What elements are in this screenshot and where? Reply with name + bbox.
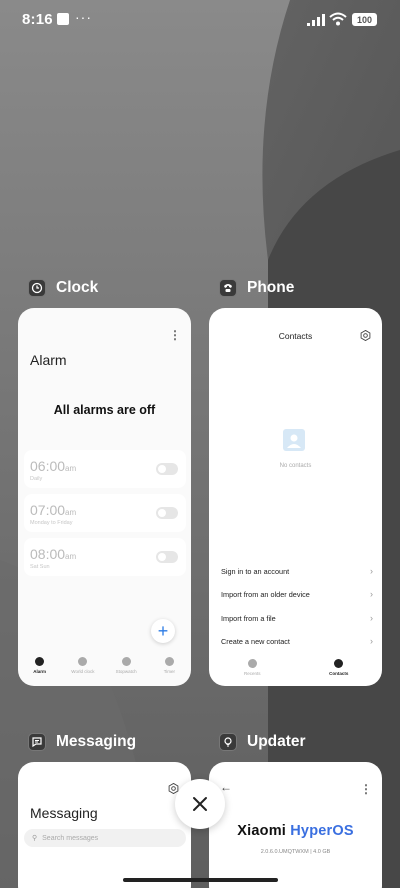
timer-icon bbox=[164, 657, 174, 666]
phone-bottom-nav: Recents Contacts bbox=[209, 656, 382, 680]
no-contacts-message: No contacts bbox=[279, 463, 312, 469]
app-name-clock: Clock bbox=[56, 279, 99, 296]
updater-app-card[interactable]: ← ⋮ Xiaomi HyperOS 2.0.6.0.UMQTWXM | 4.0… bbox=[209, 762, 382, 888]
alarm-row: 08:00am Sat Sun bbox=[24, 538, 186, 576]
app-name-updater: Updater bbox=[247, 733, 306, 750]
chevron-right-icon: › bbox=[370, 613, 373, 623]
alarm-repeat: Monday to Friday bbox=[30, 520, 73, 526]
recents-icon bbox=[247, 659, 257, 668]
import-older-device-link: Import from an older device › bbox=[221, 589, 373, 599]
settings-icon bbox=[360, 330, 371, 341]
create-contact-link: Create a new contact › bbox=[221, 636, 373, 646]
nav-world-clock: World clock bbox=[61, 654, 104, 682]
alarm-toggle bbox=[156, 551, 178, 563]
clock-icon bbox=[31, 282, 43, 294]
more-notifications-icon: ··· bbox=[75, 9, 92, 25]
import-file-link: Import from a file › bbox=[221, 613, 373, 623]
add-alarm-button: + bbox=[151, 619, 175, 643]
search-messages-field: ⚲ Search messages bbox=[24, 829, 186, 847]
lightbulb-icon bbox=[224, 737, 232, 747]
stopwatch-icon bbox=[121, 657, 131, 666]
contact-placeholder-icon bbox=[283, 429, 305, 451]
alarm-repeat: Daily bbox=[30, 476, 43, 482]
alarm-time: 08:00am bbox=[30, 546, 77, 562]
app-header-clock[interactable]: Clock bbox=[28, 279, 98, 297]
chevron-right-icon: › bbox=[370, 636, 373, 646]
app-header-updater[interactable]: Updater bbox=[219, 733, 306, 751]
alarm-row: 07:00am Monday to Friday bbox=[24, 494, 186, 532]
search-icon: ⚲ bbox=[32, 835, 38, 842]
battery-indicator: 100 bbox=[352, 13, 377, 26]
os-version: 2.0.6.0.UMQTWXM | 4.0 GB bbox=[260, 849, 331, 855]
search-placeholder: Search messages bbox=[42, 834, 99, 842]
messaging-title: Messaging bbox=[30, 805, 98, 821]
status-time: 8:16 bbox=[22, 11, 53, 28]
clock-app-icon bbox=[28, 279, 46, 297]
phone-icon bbox=[224, 284, 232, 292]
alarm-toggle bbox=[156, 507, 178, 519]
nav-alarm: Alarm bbox=[18, 654, 61, 682]
close-icon bbox=[193, 797, 207, 811]
clock-app-card[interactable]: ⋮ Alarm All alarms are off 06:00am Daily… bbox=[18, 308, 191, 686]
notification-icon bbox=[57, 13, 69, 25]
app-name-messaging: Messaging bbox=[56, 733, 137, 750]
app-header-messaging[interactable]: Messaging bbox=[28, 733, 136, 751]
nav-stopwatch: Stopwatch bbox=[105, 654, 148, 682]
chevron-right-icon: › bbox=[370, 589, 373, 599]
alarm-title: Alarm bbox=[30, 352, 67, 368]
alarm-row: 06:00am Daily bbox=[24, 450, 186, 488]
alarm-time: 07:00am bbox=[30, 502, 77, 518]
alarms-off-message: All alarms are off bbox=[53, 403, 156, 417]
wifi-icon bbox=[329, 12, 347, 26]
messaging-app-card[interactable]: Messaging ⚲ Search messages bbox=[18, 762, 191, 888]
contacts-title: Contacts bbox=[278, 331, 313, 341]
messaging-app-icon bbox=[28, 733, 46, 751]
nav-contacts: Contacts bbox=[296, 656, 383, 680]
alarm-toggle bbox=[156, 463, 178, 475]
chevron-right-icon: › bbox=[370, 566, 373, 576]
home-indicator[interactable] bbox=[123, 878, 278, 882]
phone-app-icon bbox=[219, 279, 237, 297]
status-bar: 8:16 ··· 100 bbox=[0, 0, 400, 40]
os-name: Xiaomi HyperOS bbox=[237, 823, 354, 839]
phone-app-card[interactable]: Contacts No contacts Sign in to an accou… bbox=[209, 308, 382, 686]
nav-timer: Timer bbox=[148, 654, 191, 682]
alarm-repeat: Sat Sun bbox=[30, 564, 50, 570]
alarm-time: 06:00am bbox=[30, 458, 77, 474]
nav-recents: Recents bbox=[209, 656, 296, 680]
signal-icon bbox=[307, 14, 325, 26]
message-icon bbox=[32, 737, 42, 748]
updater-app-icon bbox=[219, 733, 237, 751]
contacts-icon bbox=[334, 659, 344, 668]
more-options-icon: ⋮ bbox=[360, 782, 372, 796]
more-options-icon: ⋮ bbox=[169, 328, 181, 342]
world-clock-icon bbox=[78, 657, 88, 666]
clear-all-button[interactable] bbox=[175, 779, 225, 829]
app-header-phone[interactable]: Phone bbox=[219, 279, 294, 297]
sign-in-account-link: Sign in to an account › bbox=[221, 566, 373, 576]
clock-bottom-nav: Alarm World clock Stopwatch Timer bbox=[18, 654, 191, 682]
app-name-phone: Phone bbox=[247, 279, 295, 296]
alarm-icon bbox=[35, 657, 45, 666]
